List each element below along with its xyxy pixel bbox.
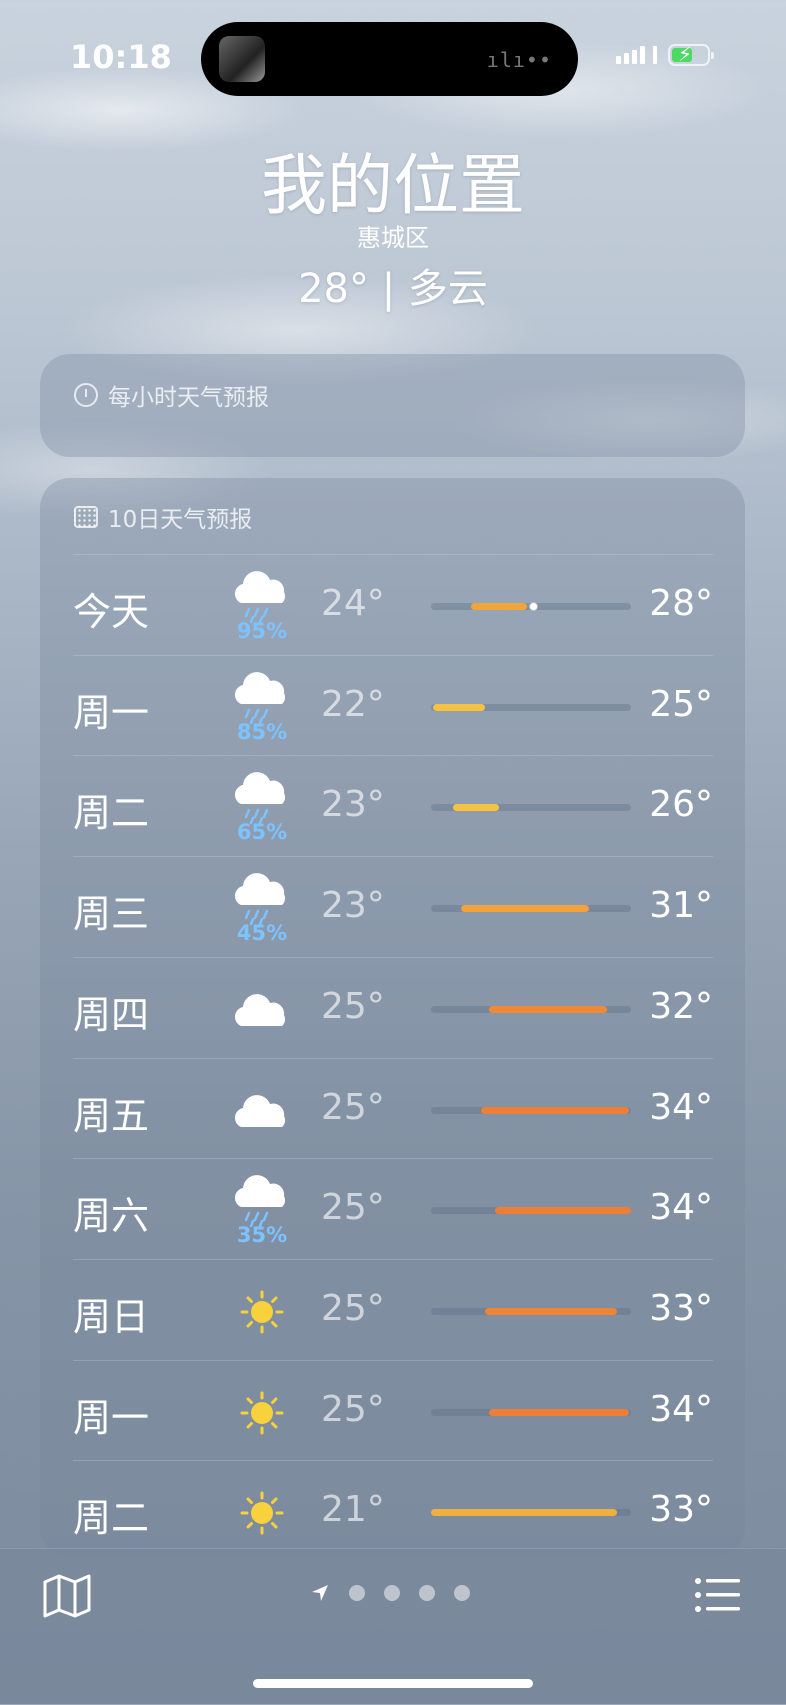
clock-icon [74, 383, 98, 407]
calendar-icon [74, 506, 98, 528]
high-temp: 33° [649, 1287, 713, 1329]
map-icon[interactable] [42, 1573, 92, 1619]
forecast-row[interactable]: 周五 25° 34° [73, 1057, 713, 1159]
precipitation-chance: 45% [236, 921, 288, 946]
low-temp: 25° [321, 985, 385, 1027]
forecast-day: 周日 [73, 1294, 150, 1339]
high-temp: 34° [649, 1187, 713, 1229]
bottom-toolbar [0, 1548, 786, 1705]
low-temp: 25° [321, 1287, 385, 1329]
low-temp: 24° [321, 583, 385, 624]
forecast-day: 今天 [73, 590, 150, 634]
temperature-range-bar [471, 603, 527, 610]
low-temp: 23° [321, 885, 385, 927]
forecast-day: 周二 [73, 1496, 150, 1541]
temperature-range-bar [489, 1005, 607, 1013]
temperature-range-bar [461, 905, 589, 913]
page-dot[interactable] [384, 1585, 400, 1601]
cloud-icon [227, 972, 297, 1052]
high-temp: 32° [649, 985, 713, 1027]
battery-icon: ⚡ [668, 42, 714, 66]
precipitation-chance: 35% [236, 1223, 288, 1248]
temperature-range-bar [431, 1509, 617, 1517]
sun-icon [227, 1375, 297, 1455]
forecast-row[interactable]: 周二 21° 33° [73, 1460, 713, 1561]
hourly-forecast-header: 每小时天气预报 [74, 378, 269, 412]
high-temp: 34° [649, 1086, 713, 1128]
precipitation-chance: 85% [236, 719, 288, 744]
precipitation-chance: 65% [236, 820, 288, 845]
forecast-row[interactable]: 周一 25° 34° [73, 1359, 713, 1461]
current-temp-marker [529, 602, 538, 611]
temperature-range-bar [495, 1207, 631, 1215]
temperature-range-track [431, 1307, 631, 1315]
high-temp: 33° [649, 1489, 713, 1531]
forecast-row[interactable]: 周一 85% 22° 25° [73, 654, 713, 756]
page-dot[interactable] [454, 1585, 470, 1601]
low-temp: 21° [321, 1489, 385, 1531]
page-indicator[interactable] [310, 1583, 470, 1603]
temperature-range-track [431, 1408, 631, 1416]
forecast-row[interactable]: 周三 45% 23° 31° [73, 856, 713, 957]
forecast-day: 周三 [73, 892, 150, 937]
ten-day-forecast-header: 10日天气预报 [74, 500, 252, 534]
temperature-range-track [431, 1106, 631, 1114]
forecast-row[interactable]: 今天 95% 24° 28° [73, 554, 713, 655]
temperature-range-track [431, 703, 631, 711]
temperature-range-track [431, 1509, 631, 1517]
forecast-day: 周一 [73, 1395, 150, 1440]
album-art-icon [219, 36, 265, 82]
forecast-row[interactable]: 周六 35% 25° 34° [73, 1158, 713, 1259]
forecast-day: 周六 [73, 1194, 150, 1239]
page-dot[interactable] [419, 1585, 435, 1601]
temperature-range-bar [433, 703, 485, 711]
temperature-range-bar [453, 804, 499, 812]
page-dot[interactable] [349, 1585, 365, 1601]
temperature-range-track [431, 602, 631, 611]
high-temp: 26° [649, 784, 713, 826]
forecast-day: 周五 [73, 1093, 150, 1138]
home-indicator [253, 1679, 533, 1688]
cellular-signal-icon [616, 45, 660, 64]
low-temp: 25° [321, 1187, 385, 1229]
cloud-icon [227, 1073, 297, 1153]
temperature-range-track [431, 905, 631, 913]
temperature-range-bar [489, 1408, 629, 1416]
sublocation: 惠城区 [357, 224, 429, 252]
sun-icon [227, 1274, 297, 1354]
precipitation-chance: 95% [236, 619, 288, 643]
temperature-range-bar [485, 1307, 617, 1315]
temperature-range-track [431, 804, 631, 812]
location-title: 我的位置 [261, 147, 525, 224]
forecast-day: 周二 [73, 791, 150, 836]
forecast-row[interactable]: 周日 25° 33° [73, 1258, 713, 1360]
temperature-range-track [431, 1005, 631, 1013]
audio-wave-icon: ılı•• [486, 48, 552, 72]
forecast-row[interactable]: 周二 65% 23° 26° [73, 755, 713, 856]
location-arrow-icon [312, 1585, 328, 1601]
ten-day-forecast-title: 10日天气预报 [108, 507, 253, 533]
dynamic-island[interactable]: ılı•• [201, 22, 578, 96]
low-temp: 22° [321, 683, 385, 725]
high-temp: 31° [649, 885, 713, 927]
forecast-row[interactable]: 周四 25° 32° [73, 956, 713, 1058]
sun-icon [227, 1475, 297, 1555]
high-temp: 25° [649, 683, 713, 725]
forecast-day: 周一 [73, 690, 150, 735]
temperature-range-bar [481, 1106, 629, 1114]
hourly-forecast-card[interactable]: 每小时天气预报 [40, 354, 745, 457]
status-time: 10:18 [70, 38, 172, 76]
ten-day-forecast-card[interactable]: 10日天气预报 今天 95% 24° 28° 周一 85% 22° 25° 周二 6… [40, 478, 745, 1558]
high-temp: 28° [649, 583, 713, 624]
forecast-day: 周四 [73, 992, 150, 1037]
low-temp: 23° [321, 784, 385, 826]
low-temp: 25° [321, 1388, 385, 1430]
hourly-forecast-title: 每小时天气预报 [108, 385, 269, 411]
temperature-range-track [431, 1207, 631, 1215]
current-conditions: 28° | 多云 [298, 266, 488, 312]
list-icon[interactable] [694, 1575, 742, 1615]
low-temp: 25° [321, 1086, 385, 1128]
high-temp: 34° [649, 1388, 713, 1430]
